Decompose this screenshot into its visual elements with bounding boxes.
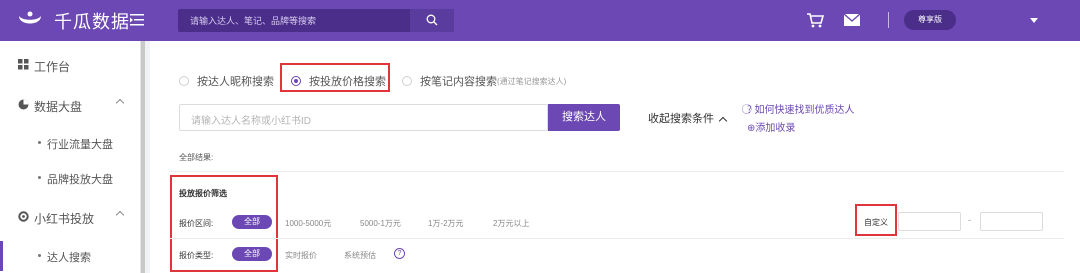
sidebar-item-label: 数据大盘 xyxy=(34,100,83,114)
help-link-label: 如何快速找到优质达人 xyxy=(754,105,855,116)
price-range-option[interactable]: 1000-5000元 xyxy=(285,218,331,229)
price-range-label: 报价区间: xyxy=(179,219,214,228)
bullet-icon xyxy=(38,141,41,144)
question-icon[interactable]: ? xyxy=(394,248,405,259)
pie-chart-icon xyxy=(18,99,29,110)
question-icon: ?⃝ xyxy=(747,105,752,116)
divider xyxy=(169,171,1064,172)
sidebar-item-label: 达人搜索 xyxy=(47,252,91,264)
search-input[interactable]: 请输入达人、笔记、品牌等搜索 xyxy=(190,14,316,27)
price-type-option[interactable]: 实时报价 xyxy=(285,250,317,261)
sidebar-item-label: 小红书投放 xyxy=(34,212,95,226)
logo-icon xyxy=(19,11,41,24)
grid-icon xyxy=(18,59,29,70)
radio-circle xyxy=(402,76,412,86)
logo[interactable]: 千瓜数据 xyxy=(16,8,130,34)
sidebar: 工作台 数据大盘 行业流量大盘 品牌投放大盘 小红书投放 达人搜索 xyxy=(0,41,141,273)
radio-hint: (通过笔记搜索达人) xyxy=(497,76,567,86)
range-min-input[interactable] xyxy=(898,212,961,231)
keyword-input[interactable]: 请输入达人名称或小红书ID xyxy=(179,104,548,131)
price-range-all-pill[interactable]: 全部 xyxy=(232,215,272,229)
collapse-label: 收起搜索条件 xyxy=(648,113,714,125)
chevron-up-icon xyxy=(115,210,125,220)
all-results-label: 全部结果: xyxy=(179,153,214,162)
sidebar-item-industry-traffic[interactable]: 行业流量大盘 xyxy=(0,128,141,158)
cart-icon[interactable] xyxy=(806,12,824,28)
radio-label: 按笔记内容搜索 xyxy=(420,76,497,88)
search-button[interactable] xyxy=(410,9,454,32)
app-name: 千瓜数据 xyxy=(54,12,130,32)
highlight-box xyxy=(280,63,390,92)
help-link[interactable]: ?⃝ 如何快速找到优质达人 xyxy=(747,101,855,116)
radio-search-by-nickname[interactable]: 按达人昵称搜索 xyxy=(179,73,274,89)
bullet-icon xyxy=(38,254,41,257)
top-bar: 千瓜数据 请输入达人、笔记、品牌等搜索 尊享版 xyxy=(0,0,1080,41)
sidebar-item-xiaohongshu-placement[interactable]: 小红书投放 xyxy=(0,199,141,235)
header-divider xyxy=(888,12,889,28)
plan-badge[interactable]: 尊享版 xyxy=(904,10,956,30)
active-indicator xyxy=(0,241,3,271)
sidebar-scrollbar[interactable] xyxy=(141,41,145,273)
radio-circle xyxy=(179,76,189,86)
radio-search-by-note[interactable]: 按笔记内容搜索 (通过笔记搜索达人) xyxy=(402,73,566,89)
add-link-label: 添加收录 xyxy=(755,123,796,134)
chevron-up-icon xyxy=(718,116,728,126)
highlight-box xyxy=(855,204,897,236)
chevron-down-icon[interactable] xyxy=(1030,18,1038,23)
collapse-conditions-button[interactable]: 收起搜索条件 xyxy=(648,110,728,126)
mail-icon[interactable] xyxy=(843,13,861,27)
sidebar-item-label: 工作台 xyxy=(34,60,71,74)
chevron-up-icon xyxy=(115,98,125,108)
settings-icon xyxy=(18,211,29,222)
sidebar-item-label: 行业流量大盘 xyxy=(47,139,113,151)
global-search[interactable]: 请输入达人、笔记、品牌等搜索 xyxy=(178,9,454,32)
radio-label: 按达人昵称搜索 xyxy=(197,76,274,88)
bullet-icon xyxy=(38,176,41,179)
divider xyxy=(169,238,1064,239)
price-type-all-pill[interactable]: 全部 xyxy=(232,247,272,261)
range-max-input[interactable] xyxy=(980,212,1043,231)
price-type-label: 报价类型: xyxy=(179,251,214,260)
search-influencer-button[interactable]: 搜索达人 xyxy=(548,104,620,131)
sidebar-item-brand-placement[interactable]: 品牌投放大盘 xyxy=(0,163,141,193)
search-icon xyxy=(426,14,438,26)
sidebar-item-influencer-search[interactable]: 达人搜索 xyxy=(0,241,141,271)
main-panel: 按达人昵称搜索 按投放价格搜索 按笔记内容搜索 (通过笔记搜索达人) 请输入达人… xyxy=(150,41,1080,273)
price-range-option[interactable]: 2万元以上 xyxy=(493,218,529,229)
price-range-option[interactable]: 5000-1万元 xyxy=(360,218,401,229)
sidebar-item-data-dashboard[interactable]: 数据大盘 xyxy=(0,87,141,123)
add-collection-link[interactable]: ⊕添加收录 xyxy=(747,119,795,134)
price-range-option[interactable]: 1万-2万元 xyxy=(428,218,464,229)
sidebar-item-workbench[interactable]: 工作台 xyxy=(0,47,141,83)
price-type-option[interactable]: 系统预估 xyxy=(344,250,376,261)
sidebar-item-label: 品牌投放大盘 xyxy=(47,174,113,186)
range-separator: - xyxy=(968,215,971,225)
menu-toggle-icon[interactable] xyxy=(130,13,144,27)
